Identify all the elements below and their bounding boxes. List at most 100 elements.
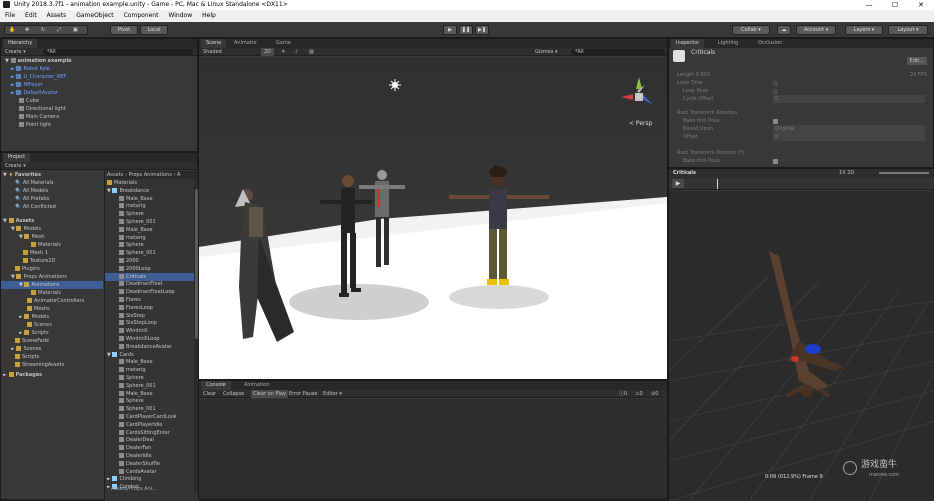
based-upon-dropdown[interactable]: Original [773,125,925,133]
list-item[interactable]: Directional light [19,105,66,113]
list-item[interactable]: 🔍 All Prefabs [15,195,49,203]
file-item[interactable]: Sphere [105,210,195,218]
folder-item[interactable]: ▼ Props Animations [11,273,67,281]
file-item[interactable]: Sphere_001 [105,382,195,390]
menu-window[interactable]: Window [163,10,197,21]
scene-root-label[interactable]: ▼ animation example [5,57,72,65]
file-item[interactable]: CardsAvatar [105,468,195,476]
audio-toggle-icon[interactable]: ♪ [295,48,298,56]
clear-on-play-toggle[interactable]: Clear on Play [251,390,288,398]
edit-button[interactable]: Edit... [906,57,927,65]
file-item[interactable]: Male_Base [105,226,195,234]
file-item[interactable]: CardPlayerIdle [105,421,195,429]
folder-item[interactable]: Scenes [27,321,52,329]
project-create-button[interactable]: Create ▾ [5,163,26,169]
file-item[interactable]: ► Climbing [105,475,195,483]
folder-item[interactable]: ► Models [19,313,49,321]
hierarchy-search-input[interactable]: *All [43,49,193,55]
file-item[interactable]: Materials [105,179,195,187]
offset-field[interactable]: 0 [773,133,925,141]
folder-item[interactable]: Plugins [15,265,40,273]
collab-dropdown[interactable]: Collab ▾ [732,25,770,35]
list-item[interactable]: ► Robot Kyle [11,65,50,73]
move-tool-icon[interactable]: ✥ [25,26,29,34]
list-item[interactable]: Main Camera [19,113,59,121]
effects-toggle-icon[interactable]: ▨ [309,48,314,56]
loop-pose-checkbox[interactable] [773,89,778,94]
scene-viewport[interactable]: < Persp [199,57,667,379]
menu-component[interactable]: Component [119,10,164,21]
console-log-area[interactable] [199,399,667,499]
rect-tool-icon[interactable]: ▣ [73,26,78,34]
tab-hierarchy[interactable]: Hierarchy [3,39,38,48]
favorites-header[interactable]: ▼ ★ Favorites [3,171,41,179]
preview-scrubber[interactable] [717,179,718,189]
layout-dropdown[interactable]: Layout ▾ [888,25,928,35]
transform-tools[interactable]: ✋ ✥ ↻ ⤢ ▣ [4,25,88,35]
list-item[interactable]: 🔍 All Conflicted [15,203,56,211]
file-item[interactable]: CardPlayerCardLook [105,413,195,421]
file-item[interactable]: DealerFan [105,444,195,452]
file-item[interactable]: Sphere_001 [105,249,195,257]
folder-item[interactable]: Materials [31,241,61,249]
file-item[interactable]: FlaresLoop [105,304,195,312]
tab-occlusion[interactable]: Occlusion [753,39,787,48]
file-item[interactable]: Sphere [105,241,195,249]
play-button[interactable]: ▶ [443,25,457,35]
file-item[interactable]: metarig [105,366,195,374]
file-item[interactable]: Sphere_001 [105,405,195,413]
file-item[interactable]: DeadmanFloat [105,280,195,288]
collapse-button[interactable]: Collapse [223,390,244,398]
maximize-button[interactable]: ☐ [882,0,908,10]
tab-game[interactable]: Game [271,39,296,48]
hierarchy-create-button[interactable]: Create ▾ [5,49,26,55]
persp-label[interactable]: < Persp [629,120,653,127]
file-item[interactable]: DealerDeal [105,436,195,444]
file-item[interactable]: Sphere [105,374,195,382]
file-item[interactable]: metarig [105,234,195,242]
clear-button[interactable]: Clear [203,391,216,397]
file-item[interactable]: Male_Base [105,195,195,203]
file-item[interactable]: 2000Loop [105,265,195,273]
hand-tool-icon[interactable]: ✋ [9,26,15,34]
folder-item[interactable]: Mesh 1 [23,249,48,257]
folder-item[interactable]: ▼ Models [11,225,41,233]
tab-project[interactable]: Project [3,153,31,162]
file-item[interactable]: ▼ Cards [105,351,195,359]
folder-item[interactable]: ► Scripts [19,329,49,337]
warning-count[interactable]: ⚠0 [635,390,643,398]
preview-speed-controls[interactable]: 1X 2D [839,169,854,177]
folder-item[interactable]: StreamingAssets [15,361,64,369]
file-item[interactable]: SixStep [105,312,195,320]
minimize-button[interactable]: — [856,0,882,10]
file-item[interactable]: DealerShuffle [105,460,195,468]
file-item-selected[interactable]: Criticals [105,272,195,281]
gizmos-dropdown[interactable]: Gizmos ▾ [535,48,558,56]
tab-animator[interactable]: Animator [229,39,262,48]
breadcrumb[interactable]: Assets › Props Animations › A [107,171,199,179]
file-item[interactable]: Sphere_001 [105,218,195,226]
list-item[interactable]: 🔍 All Materials [15,179,54,187]
file-item[interactable]: BreakdanceAvatar [105,343,195,351]
file-item[interactable]: Male_Base [105,358,195,366]
folder-item[interactable]: Materials [31,289,61,297]
file-item[interactable]: ▼ Breakdance [105,187,195,195]
folder-item[interactable]: ► Scenes [11,345,41,353]
list-item[interactable]: Cube [19,97,39,105]
close-button[interactable]: ✕ [908,0,934,10]
file-item[interactable]: CardsSittingEnter [105,429,195,437]
error-pause-toggle[interactable]: Error Pause [289,390,317,398]
local-toggle[interactable]: Local [140,25,168,35]
preview-play-button[interactable]: ▶ [672,179,684,188]
tab-lighting[interactable]: Lighting [713,39,743,48]
folder-item[interactable]: Texture2D [23,257,55,265]
tab-inspector[interactable]: Inspector [671,39,705,48]
layers-dropdown[interactable]: Layers ▾ [845,25,883,35]
file-item[interactable]: DeadmanFloatLoop [105,288,195,296]
step-button[interactable]: ▶❚ [475,25,489,35]
2d-toggle[interactable]: 2D [261,48,275,56]
list-item[interactable]: ► HPlayer [11,81,43,89]
file-item[interactable]: Windmill [105,327,195,335]
error-count[interactable]: ⊘0 [651,390,658,398]
folder-item[interactable]: AnimatorControllers [27,297,84,305]
